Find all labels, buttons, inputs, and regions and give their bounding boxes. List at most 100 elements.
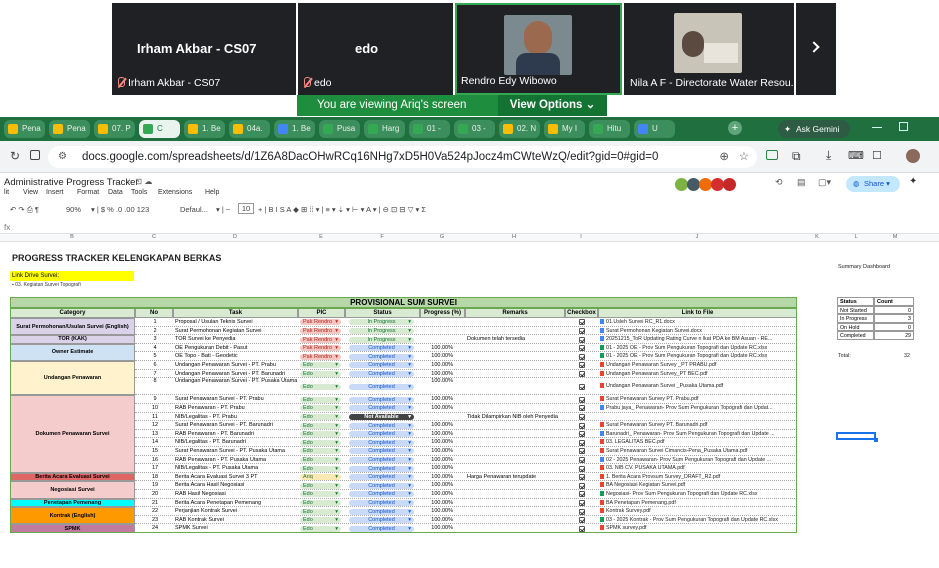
link-drive-chip[interactable]: ▪ 03. Kegiatan Survei Topografi [12,282,81,288]
status-dropdown[interactable]: Completed ▾ [349,439,414,446]
menu-item-tools[interactable]: Tools [131,189,147,196]
checkbox[interactable] [579,482,585,489]
status-dropdown[interactable]: Completed ▾ [349,448,414,455]
zoom-icon[interactable]: ⊕ [719,146,729,168]
task-cell[interactable]: OE Pengukuran Debit - Pasut [173,344,298,353]
status-dropdown[interactable]: In Progress ▾ [349,319,414,326]
pic-dropdown[interactable]: Edo ▾ [300,517,341,524]
pic-dropdown[interactable]: Edo ▾ [300,370,341,377]
menu-item-help[interactable]: Help [205,189,219,196]
checkbox[interactable] [579,353,585,360]
task-cell[interactable]: SPMK Survei [173,524,298,533]
file-link-chip[interactable]: 20251215_ToR Updating Rating Curve n lka… [600,335,795,344]
selected-cell[interactable] [836,432,876,440]
task-cell[interactable]: TOR Survei ke Penyedia [173,335,298,344]
collaborator-avatar[interactable] [723,178,736,191]
file-link-chip[interactable]: 03 - 2025 Kontrak - Prov Sum Pengukuran … [600,516,795,525]
font-size-input[interactable]: 10 [238,203,254,214]
status-dropdown[interactable]: Completed ▾ [349,383,414,390]
task-cell[interactable]: Proposal / Usulan Teknis Survei [173,318,298,327]
url-field[interactable]: ⚙ docs.google.com/spreadsheets/d/1Z6A8Da… [48,146,757,168]
task-cell[interactable]: RAB Penawaran - PT. Barunadri [173,430,298,439]
task-cell[interactable]: RAB Penawaran - PT. Prabu [173,404,298,413]
file-link-chip[interactable]: 1. Berita Acara Provsum Survey_DRAFT_R2.… [600,473,795,482]
task-cell[interactable]: Undangan Penawaran Survei - PT. Pusaka U… [173,378,298,395]
download-icon[interactable]: ⤓ [826,148,831,163]
status-dropdown[interactable]: Completed ▾ [349,362,414,369]
browser-tab[interactable]: C [139,120,180,138]
checkbox[interactable] [579,336,585,343]
remarks-cell[interactable] [465,327,565,336]
pic-dropdown[interactable]: Pak Rendro ▾ [300,353,341,360]
status-dropdown[interactable]: Not Available ▾ [349,413,414,420]
file-link-chip[interactable]: Barunadri_ Penawaran- Prov Sum Pengukura… [600,430,795,439]
status-dropdown[interactable]: Completed ▾ [349,525,414,532]
pic-dropdown[interactable]: Edo ▾ [300,508,341,515]
remarks-cell[interactable] [465,499,565,508]
browser-tab[interactable]: Hitu [589,120,630,138]
browser-tab[interactable]: My I [544,120,585,138]
star-icon[interactable]: ☆ ⊡ ☁ [126,177,152,186]
checkbox[interactable] [579,508,585,515]
checkbox[interactable] [579,383,585,390]
meet-icon[interactable]: ▢▾ [818,177,831,188]
checkbox[interactable] [579,456,585,463]
remarks-cell[interactable] [465,421,565,430]
next-participants-button[interactable] [796,3,836,95]
file-link-chip[interactable]: Undangan Penawaran Survey _PT PRABU.pdf [600,361,795,370]
remarks-cell[interactable] [465,404,565,413]
task-cell[interactable]: Berita Acara Evaluasi Survei 3 PT [173,473,298,482]
participant-tile-active[interactable]: Rendro Edy Wibowo [455,3,622,95]
browser-tab[interactable]: Pusa [319,120,360,138]
checkbox[interactable] [579,448,585,455]
checkbox[interactable] [579,327,585,334]
status-dropdown[interactable]: Completed ▾ [349,491,414,498]
pic-dropdown[interactable]: Edo ▾ [300,383,341,390]
pic-dropdown[interactable]: Edo ▾ [300,431,341,438]
pic-dropdown[interactable]: Edo ▾ [300,482,341,489]
remarks-cell[interactable]: Tidak Dilampirkan NIB oleh Penyedia [465,413,565,422]
file-link-chip[interactable]: Surat Penawaran Survey PT. Barunadri.pdf [600,421,795,430]
file-link-chip[interactable]: SPMK survey.pdf [600,524,795,533]
file-link-chip[interactable]: Surat Penawaran Survey PT. Prabu.pdf [600,395,795,404]
browser-tab[interactable]: Pena [49,120,90,138]
file-link-chip[interactable]: Undangan Penawaran Survei _Pusaka Utama.… [600,378,795,395]
remarks-cell[interactable]: Harga Penawaran terupdate [465,473,565,482]
extensions-icon[interactable]: ⧉ [792,149,801,164]
task-cell[interactable]: Undangan Penawaran Survei - PT. Barunadr… [173,370,298,379]
checkbox[interactable] [579,439,585,446]
task-cell[interactable]: NIB/Legalitas - PT. Prabu [173,413,298,422]
status-dropdown[interactable]: Completed ▾ [349,499,414,506]
status-dropdown[interactable]: Completed ▾ [349,422,414,429]
sidebar-icon[interactable] [30,150,40,160]
task-cell[interactable]: Berita Acara Hasil Negosiasi [173,481,298,490]
status-dropdown[interactable]: Completed ▾ [349,370,414,377]
task-cell[interactable]: Surat Penawaran Survei - PT. Pusaka Utam… [173,447,298,456]
remarks-cell[interactable] [465,447,565,456]
pic-dropdown[interactable]: Pak Rendro ▾ [300,336,341,343]
file-link-chip[interactable]: Kontrak Survey.pdf [600,507,795,516]
menu-item-format[interactable]: Format [77,189,99,196]
checkbox[interactable] [579,370,585,377]
column-header-b[interactable]: B [10,234,134,240]
pic-dropdown[interactable]: Pak Rendro ▾ [300,319,341,326]
file-link-chip[interactable]: Negosiasi- Prov Sum Pengukuran Topografi… [600,490,795,499]
remarks-cell[interactable] [465,361,565,370]
remarks-cell[interactable] [465,490,565,499]
file-link-chip[interactable]: Undangan Penawaran Survey_PT BEC.pdf [600,370,795,379]
remarks-cell[interactable] [465,524,565,533]
remarks-cell[interactable] [465,516,565,525]
menu-item-extensions[interactable]: Extensions [158,189,192,196]
history-icon[interactable]: ⟲ [775,177,783,188]
font-select[interactable]: Defaul... [180,205,208,214]
status-dropdown[interactable]: Completed ▾ [349,353,414,360]
comment-icon[interactable]: ▤ [797,177,806,188]
translate-icon[interactable]: ⌨ [848,149,864,162]
task-cell[interactable]: Surat Penawaran Survei - PT. Barunadri [173,421,298,430]
menu-item-insert[interactable]: Insert [46,189,64,196]
pic-dropdown[interactable]: Edo ▾ [300,413,341,420]
file-link-chip[interactable]: 01 - 2025 OE - Prov Sum Pengukuran Topog… [600,344,795,353]
cast-icon[interactable] [766,150,778,160]
file-link-chip[interactable]: 03. NIB CV. PUSAKA UTAMA.pdf [600,464,795,473]
column-header-c[interactable]: C [135,234,173,240]
